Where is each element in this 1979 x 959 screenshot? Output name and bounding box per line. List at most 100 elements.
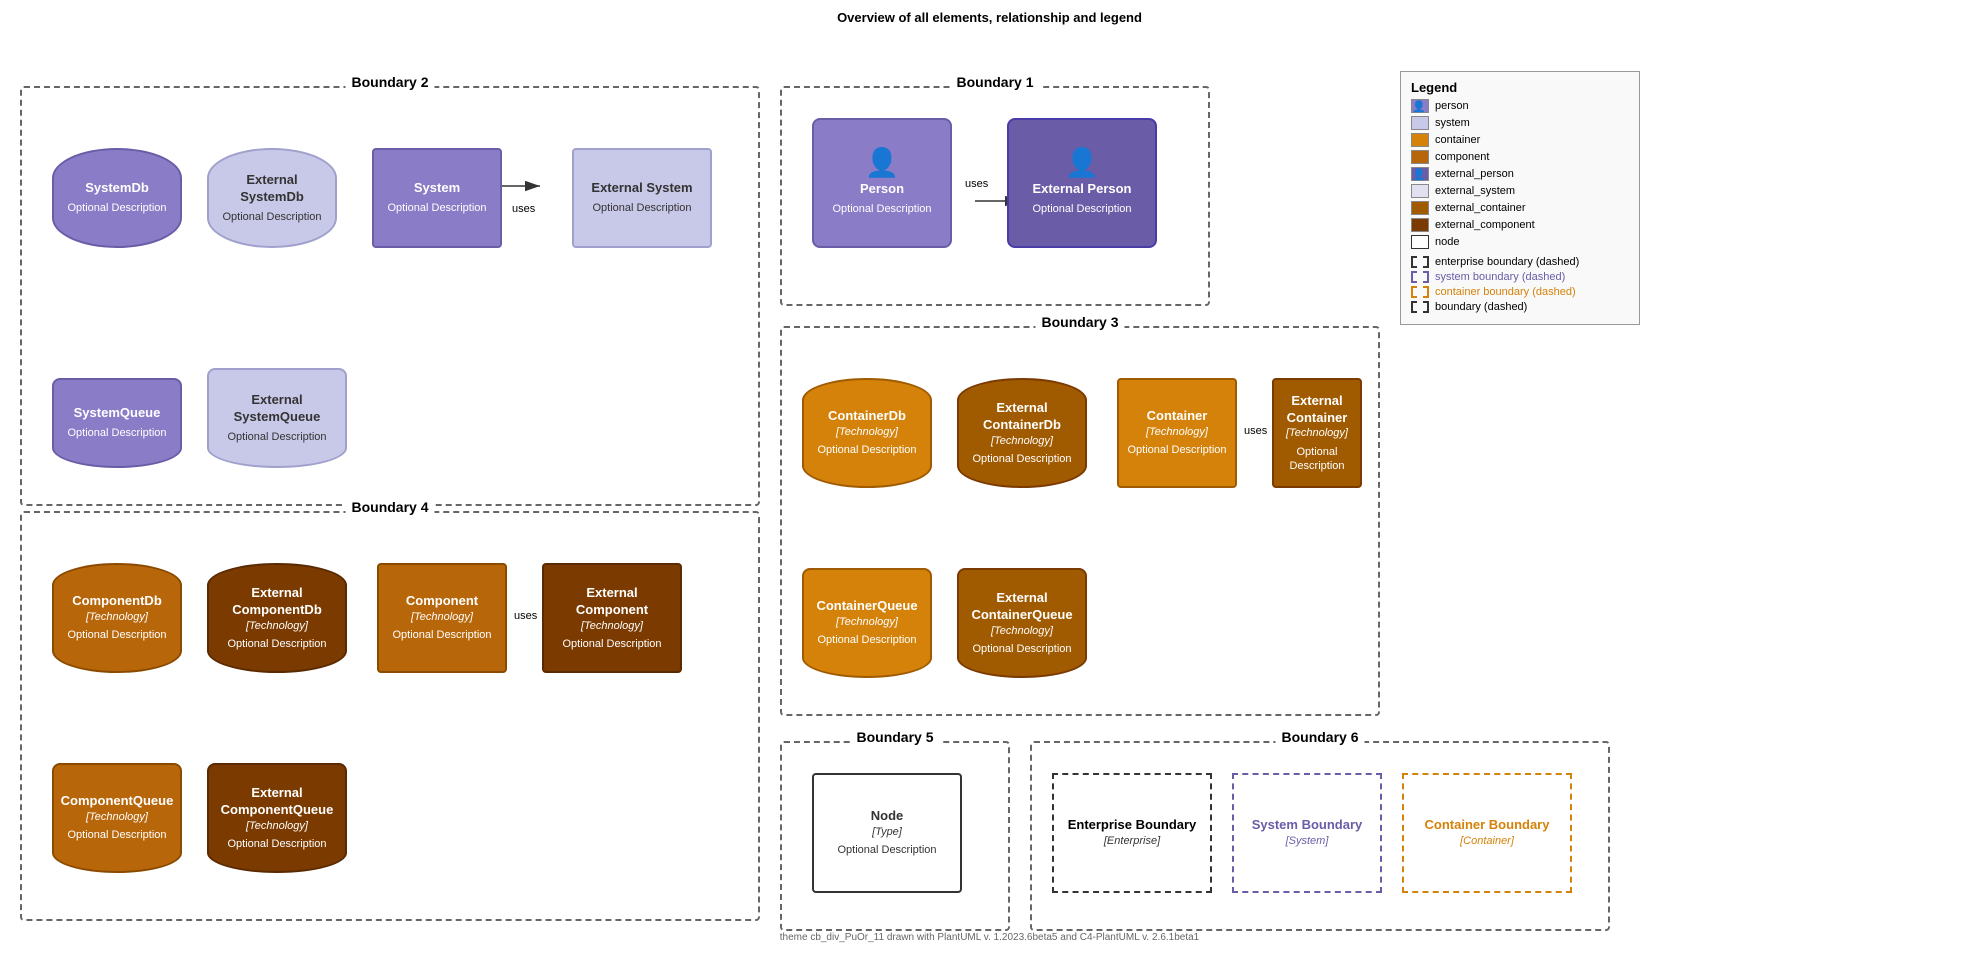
containerdb-desc: Optional Description	[817, 443, 916, 457]
legend-label-extperson: external_person	[1435, 168, 1514, 180]
diagram-area: Boundary 2 SystemDb Optional Description…	[0, 31, 1979, 951]
boundary-1-title: Boundary 1	[950, 74, 1039, 90]
componentqueue-title: ComponentQueue	[61, 793, 174, 810]
footer-text: theme cb_div_PuOr_11 drawn with PlantUML…	[780, 932, 1200, 943]
boundary-2: Boundary 2 SystemDb Optional Description…	[20, 86, 760, 506]
ext-containerdb-title: External ContainerDb	[967, 400, 1077, 434]
system-title: System	[414, 180, 460, 197]
ext-person-icon: 👤	[1065, 149, 1100, 177]
legend-row-node: node	[1411, 235, 1629, 249]
systemqueue-box: SystemQueue Optional Description	[52, 378, 182, 468]
legend-swatch-extperson: 👤	[1411, 167, 1429, 181]
ext-componentqueue-tech: [Technology]	[246, 819, 308, 833]
containerqueue-desc: Optional Description	[817, 633, 916, 647]
ext-person-box: 👤 External Person Optional Description	[1007, 118, 1157, 248]
uses-label-4: uses	[514, 610, 537, 622]
container-tech: [Technology]	[1146, 425, 1208, 439]
legend-row-person: 👤 person	[1411, 99, 1629, 113]
systemdb-title: SystemDb	[85, 180, 149, 197]
legend-swatch-extcontainer	[1411, 201, 1429, 215]
legend-label-sysboundary: system boundary (dashed)	[1435, 271, 1565, 283]
ext-componentdb-box: External ComponentDb [Technology] Option…	[207, 563, 347, 673]
componentdb-tech: [Technology]	[86, 610, 148, 624]
ext-component-box: External Component [Technology] Optional…	[542, 563, 682, 673]
legend-label-system: system	[1435, 117, 1470, 129]
boundary-2-title: Boundary 2	[345, 74, 434, 90]
componentdb-title: ComponentDb	[72, 593, 162, 610]
legend-label-person: person	[1435, 100, 1469, 112]
node-desc: Optional Description	[837, 843, 936, 857]
systemqueue-title: SystemQueue	[74, 405, 161, 422]
person-box: 👤 Person Optional Description	[812, 118, 952, 248]
legend-row-extsystem: external_system	[1411, 184, 1629, 198]
person-icon: 👤	[865, 149, 900, 177]
legend-title: Legend	[1411, 80, 1629, 95]
legend-row-entboundary: enterprise boundary (dashed)	[1411, 256, 1629, 268]
ext-container-title: External Container	[1282, 393, 1352, 427]
boundary-6-title: Boundary 6	[1275, 729, 1364, 745]
uses-label-3: uses	[1244, 425, 1267, 437]
componentdb-desc: Optional Description	[67, 628, 166, 642]
container-boundary-elem: Container Boundary [Container]	[1402, 773, 1572, 893]
boundary-3: Boundary 3 ContainerDb [Technology] Opti…	[780, 326, 1380, 716]
legend-swatch-container	[1411, 133, 1429, 147]
system-boundary-elem: System Boundary [System]	[1232, 773, 1382, 893]
systemdb-box: SystemDb Optional Description	[52, 148, 182, 248]
ext-componentqueue-title: External ComponentQueue	[217, 785, 337, 819]
legend-label-extcomponent: external_component	[1435, 219, 1535, 231]
ext-containerqueue-title: External ContainerQueue	[967, 590, 1077, 624]
legend-label-extcontainer: external_container	[1435, 202, 1526, 214]
containerqueue-title: ContainerQueue	[816, 598, 917, 615]
containerdb-tech: [Technology]	[836, 425, 898, 439]
ext-componentdb-desc: Optional Description	[227, 637, 326, 651]
ext-systemqueue-box: External SystemQueue Optional Descriptio…	[207, 368, 347, 468]
legend-swatch-extsystem	[1411, 184, 1429, 198]
uses-label-1: uses	[512, 203, 535, 215]
legend-swatch-system	[1411, 116, 1429, 130]
legend-row-extperson: 👤 external_person	[1411, 167, 1629, 181]
legend-label-extsystem: external_system	[1435, 185, 1515, 197]
legend-label-node: node	[1435, 236, 1459, 248]
component-tech: [Technology]	[411, 610, 473, 624]
legend-swatch-extcomponent	[1411, 218, 1429, 232]
legend-row-system: system	[1411, 116, 1629, 130]
legend-row-contboundary: container boundary (dashed)	[1411, 286, 1629, 298]
componentqueue-desc: Optional Description	[67, 828, 166, 842]
ext-container-desc: Optional Description	[1282, 445, 1352, 474]
component-title: Component	[406, 593, 478, 610]
containerdb-title: ContainerDb	[828, 408, 906, 425]
container-title: Container	[1147, 408, 1208, 425]
containerqueue-tech: [Technology]	[836, 615, 898, 629]
componentqueue-tech: [Technology]	[86, 810, 148, 824]
enterprise-boundary-elem: Enterprise Boundary [Enterprise]	[1052, 773, 1212, 893]
legend-label-container: container	[1435, 134, 1480, 146]
ext-container-box: External Container [Technology] Optional…	[1272, 378, 1362, 488]
node-title: Node	[871, 808, 904, 825]
ext-systemqueue-title: External SystemQueue	[217, 392, 337, 426]
node-tech: [Type]	[872, 825, 902, 839]
ext-container-tech: [Technology]	[1286, 426, 1348, 440]
container-boundary-title: Container Boundary	[1425, 817, 1550, 834]
legend-label-entboundary: enterprise boundary (dashed)	[1435, 256, 1579, 268]
ext-person-title: External Person	[1033, 181, 1132, 198]
ext-containerqueue-tech: [Technology]	[991, 624, 1053, 638]
boundary-1: Boundary 1 👤 Person Optional Description…	[780, 86, 1210, 306]
legend-row-extcomponent: external_component	[1411, 218, 1629, 232]
component-desc: Optional Description	[392, 628, 491, 642]
legend-swatch-node	[1411, 235, 1429, 249]
page-title: Overview of all elements, relationship a…	[0, 0, 1979, 31]
ext-componentqueue-desc: Optional Description	[227, 837, 326, 851]
boundary-5: Boundary 5 Node [Type] Optional Descript…	[780, 741, 1010, 931]
enterprise-boundary-tech: [Enterprise]	[1104, 834, 1160, 848]
system-desc: Optional Description	[387, 201, 486, 215]
ext-systemdb-box: External SystemDb Optional Description	[207, 148, 337, 248]
boundary-4: Boundary 4 ComponentDb [Technology] Opti…	[20, 511, 760, 921]
enterprise-boundary-title: Enterprise Boundary	[1068, 817, 1197, 834]
node-box-elem: Node [Type] Optional Description	[812, 773, 962, 893]
legend-swatch-component	[1411, 150, 1429, 164]
legend-row-extcontainer: external_container	[1411, 201, 1629, 215]
legend-box: Legend 👤 person system container compone…	[1400, 71, 1640, 325]
ext-containerqueue-desc: Optional Description	[972, 642, 1071, 656]
container-desc: Optional Description	[1127, 443, 1226, 457]
ext-person-desc: Optional Description	[1032, 202, 1131, 216]
